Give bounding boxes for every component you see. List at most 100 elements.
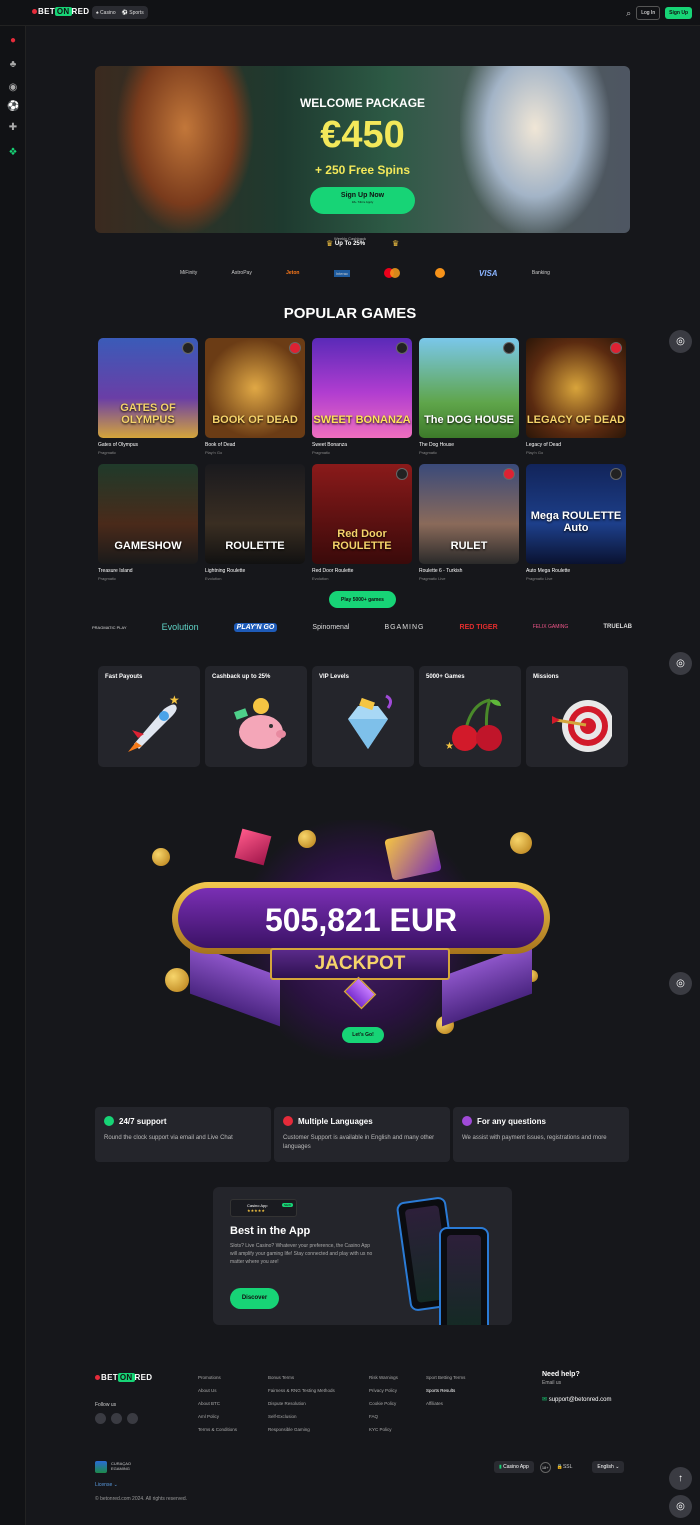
- gamepad-icon[interactable]: ✚: [7, 122, 19, 134]
- provider-evolution[interactable]: Evolution: [162, 622, 199, 632]
- provider-badge-icon: [503, 468, 515, 480]
- footer-link[interactable]: Terms & Conditions: [198, 1423, 237, 1436]
- footer-link[interactable]: Bonus Terms: [268, 1371, 335, 1384]
- footer-link[interactable]: Cookie Policy: [369, 1397, 398, 1410]
- soccer-icon[interactable]: ⚽: [7, 101, 19, 113]
- feature-fast-payouts[interactable]: Fast Payouts ★: [98, 666, 200, 767]
- footer-link[interactable]: Privacy Policy: [369, 1384, 398, 1397]
- logo[interactable]: BET ON RED: [32, 7, 89, 16]
- play-all-games-button[interactable]: Play 5000+ games: [329, 591, 396, 608]
- game-card[interactable]: GAMESHOW Treasure Island Pragmatic: [98, 464, 198, 581]
- game-thumbnail[interactable]: RULET: [419, 464, 519, 564]
- game-thumbnail[interactable]: SWEET BONANZA: [312, 338, 412, 438]
- provider-pragmatic[interactable]: PRAGMATIC PLAY: [92, 625, 127, 630]
- provider-spinomenal[interactable]: Spinomenal: [312, 624, 349, 631]
- game-name: Roulette 6 - Turkish: [419, 568, 463, 574]
- feature-cashback[interactable]: Cashback up to 25%: [205, 666, 307, 767]
- game-thumbnail[interactable]: GAMESHOW: [98, 464, 198, 564]
- footer-link[interactable]: Sport Betting Terms: [426, 1371, 465, 1384]
- cherry-icon[interactable]: ♣: [7, 59, 19, 71]
- feature-vip-levels[interactable]: VIP Levels: [312, 666, 414, 767]
- sidebar: ☰ ● ♣ ◉ ⚽ ✚ ❖: [0, 0, 26, 1525]
- popular-games-title: POPULAR GAMES: [283, 305, 417, 322]
- game-thumbnail[interactable]: The DOG HOUSE: [419, 338, 519, 438]
- feature-5000-games[interactable]: 5000+ Games ★: [419, 666, 521, 767]
- search-icon[interactable]: ⌕: [626, 8, 631, 19]
- game-thumbnail[interactable]: Mega ROULETTE Auto: [526, 464, 626, 564]
- provider-felix[interactable]: FELIX GAMING: [533, 624, 569, 630]
- help-email-link[interactable]: ✉ support@betonred.com: [542, 1396, 612, 1403]
- help-email: support@betonred.com: [548, 1397, 612, 1403]
- game-thumbnail[interactable]: BOOK OF DEAD: [205, 338, 305, 438]
- hero-banner[interactable]: WELCOME PACKAGE €450 + 250 Free Spins Si…: [95, 66, 630, 233]
- jackpot-lets-go-button[interactable]: Let's Go!: [342, 1027, 384, 1043]
- login-button[interactable]: Log In: [636, 6, 661, 20]
- phone-icon: ▮: [499, 1464, 502, 1470]
- game-card[interactable]: SWEET BONANZA Sweet Bonanza Pragmatic: [312, 338, 412, 455]
- footer-link[interactable]: Aml Policy: [198, 1410, 237, 1423]
- signup-button[interactable]: Sign Up: [665, 7, 692, 19]
- game-provider: Evolution: [312, 576, 329, 581]
- game-card[interactable]: ROULETTE Lightning Roulette Evolution: [205, 464, 305, 581]
- footer-col-3: Risk Warnings Privacy Policy Cookie Poli…: [369, 1371, 398, 1436]
- provider-truelab[interactable]: TRUELAB: [603, 624, 632, 630]
- footer-link[interactable]: Self-Exclusion: [268, 1410, 335, 1423]
- casino-app-button[interactable]: ▮ Casino App: [494, 1461, 534, 1473]
- game-card[interactable]: Red Door ROULETTE Red Door Roulette Evol…: [312, 464, 412, 581]
- game-art-title: SWEET BONANZA: [313, 414, 411, 426]
- provider-badge-icon: [503, 342, 515, 354]
- game-card[interactable]: RULET Roulette 6 - Turkish Pragmatic Liv…: [419, 464, 519, 581]
- footer-logo[interactable]: BET ON RED: [95, 1373, 152, 1382]
- language-select[interactable]: English ⌄: [592, 1461, 625, 1473]
- live-icon[interactable]: ◉: [7, 82, 19, 94]
- support-chat-icon[interactable]: ◎: [669, 652, 692, 675]
- footer-link[interactable]: Sports Results: [426, 1384, 465, 1397]
- footer-link[interactable]: About Us: [198, 1384, 237, 1397]
- provider-playngo[interactable]: PLAY'N GO: [233, 622, 278, 632]
- game-card[interactable]: LEGACY OF DEAD Legacy of Dead Play'n Go: [526, 338, 626, 455]
- game-card[interactable]: Mega ROULETTE Auto Auto Mega Roulette Pr…: [526, 464, 626, 581]
- footer-link[interactable]: Affiliates: [426, 1397, 465, 1410]
- discover-button[interactable]: Discover: [230, 1288, 279, 1309]
- footer-link[interactable]: About BTC: [198, 1397, 237, 1410]
- license-link[interactable]: License ⌄: [95, 1482, 118, 1488]
- phone-screen: [447, 1235, 481, 1325]
- support-chat-icon[interactable]: ◎: [669, 972, 692, 995]
- game-provider: Pragmatic: [98, 576, 117, 581]
- feature-missions[interactable]: Missions: [526, 666, 628, 767]
- game-card[interactable]: GATES OF OLYMPUS Gates of Olympus Pragma…: [98, 338, 198, 455]
- x-icon[interactable]: [111, 1413, 122, 1424]
- support-chat-icon[interactable]: ◎: [669, 330, 692, 353]
- footer-link[interactable]: Responsible Gaming: [268, 1423, 335, 1436]
- curacao-logo[interactable]: CURAÇAO EGAMING: [95, 1461, 143, 1473]
- support-desc: Round the clock support via email and Li…: [104, 1135, 233, 1141]
- cashback-info: Weekly Cashback Up To 25%: [0, 236, 700, 247]
- sports-tab[interactable]: ⚽ Sports: [122, 10, 144, 16]
- app-title: Best in the App: [230, 1225, 311, 1237]
- footer-link[interactable]: FAQ: [369, 1410, 398, 1423]
- game-thumbnail[interactable]: Red Door ROULETTE: [312, 464, 412, 564]
- game-card[interactable]: BOOK OF DEAD Book of Dead Play'n Go: [205, 338, 305, 455]
- game-thumbnail[interactable]: GATES OF OLYMPUS: [98, 338, 198, 438]
- scroll-to-top-icon[interactable]: ↑: [669, 1467, 692, 1490]
- chevron-down-icon: ⌄: [615, 1464, 620, 1470]
- footer-link[interactable]: Risk Warnings: [369, 1371, 398, 1384]
- telegram-icon[interactable]: [127, 1413, 138, 1424]
- instagram-icon[interactable]: [95, 1413, 106, 1424]
- casino-tab[interactable]: ♠ Casino: [96, 10, 116, 16]
- hero-signup-button[interactable]: Sign Up Now 18+ T&Cs Apply: [310, 187, 415, 214]
- support-chat-icon[interactable]: ◎: [669, 1495, 692, 1518]
- game-thumbnail[interactable]: ROULETTE: [205, 464, 305, 564]
- provider-bgaming[interactable]: BGAMING: [384, 624, 424, 631]
- age-badge: 18+: [539, 1461, 551, 1473]
- footer-link[interactable]: KYC Policy: [369, 1423, 398, 1436]
- fruit-icon[interactable]: ●: [7, 35, 19, 47]
- game-card[interactable]: The DOG HOUSE The Dog House Pragmatic: [419, 338, 519, 455]
- gift-icon[interactable]: ❖: [7, 147, 19, 159]
- providers-strip: PRAGMATIC PLAY Evolution PLAY'N GO Spino…: [92, 622, 632, 632]
- game-thumbnail[interactable]: LEGACY OF DEAD: [526, 338, 626, 438]
- provider-redtiger[interactable]: RED TIGER: [460, 624, 498, 631]
- footer-link[interactable]: Fairness & RNG Testing Methods: [268, 1384, 335, 1397]
- footer-link[interactable]: Dispute Resolution: [268, 1397, 335, 1410]
- footer-link[interactable]: Promotions: [198, 1371, 237, 1384]
